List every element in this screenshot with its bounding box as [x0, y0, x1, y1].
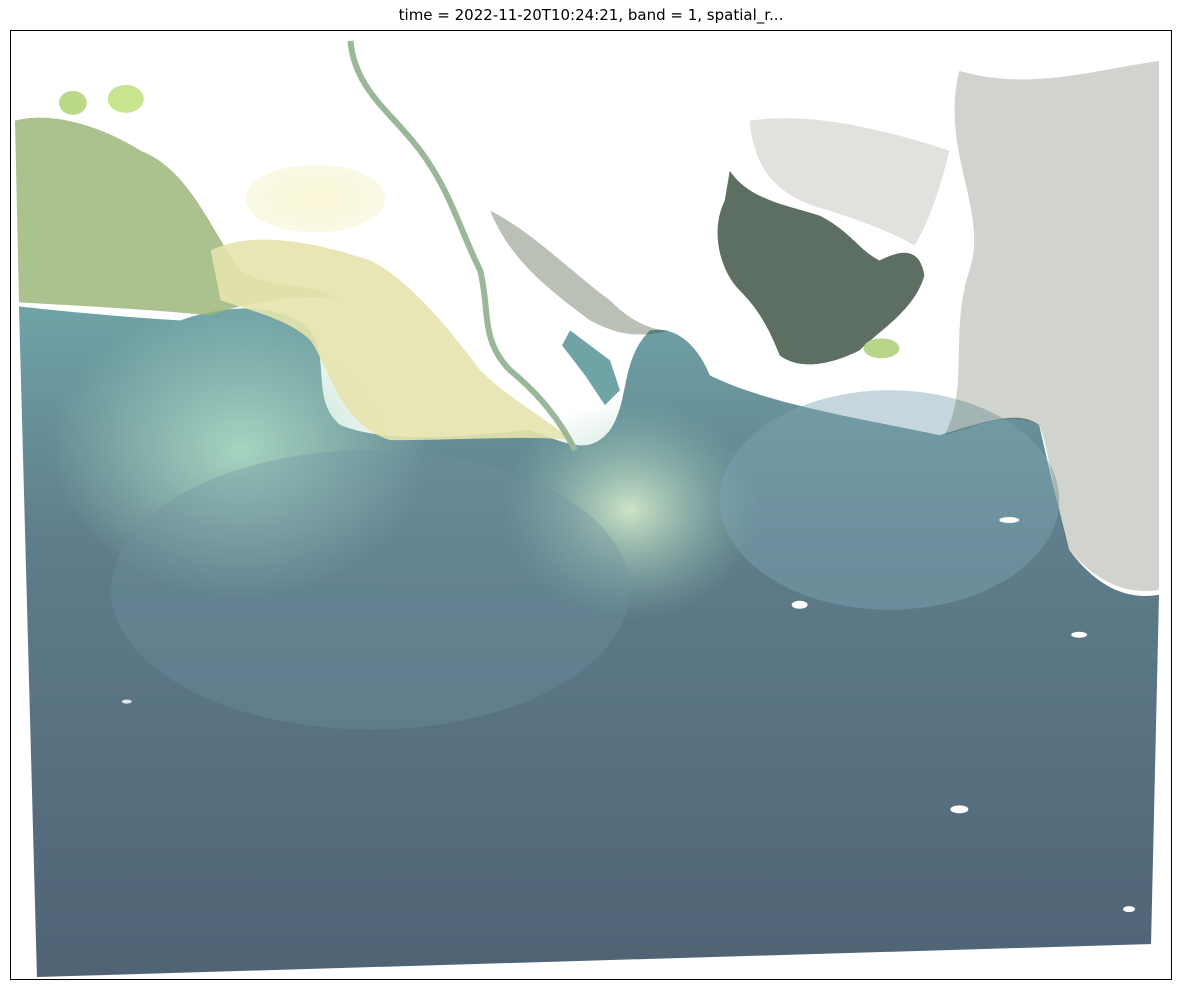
speckle-5: [1071, 631, 1088, 638]
salt-pond: [245, 164, 386, 233]
port-jetty: [562, 330, 620, 406]
land-north-scrub: [490, 210, 670, 335]
small-pond-north: [107, 84, 144, 113]
satellite-image: [14, 40, 1160, 978]
speckle-1: [791, 600, 808, 609]
turbid-zone-east: [719, 390, 1060, 610]
speckle-4: [999, 516, 1020, 523]
small-pond-nw: [58, 90, 87, 115]
speckle-6: [121, 699, 132, 704]
lagoon-island: [863, 338, 900, 359]
figure-title: time = 2022-11-20T10:24:21, band = 1, sp…: [398, 6, 784, 24]
turbid-zone-south: [110, 450, 630, 730]
speckle-3: [1123, 906, 1136, 913]
map-axes: [10, 30, 1172, 980]
speckle-2: [950, 805, 969, 814]
